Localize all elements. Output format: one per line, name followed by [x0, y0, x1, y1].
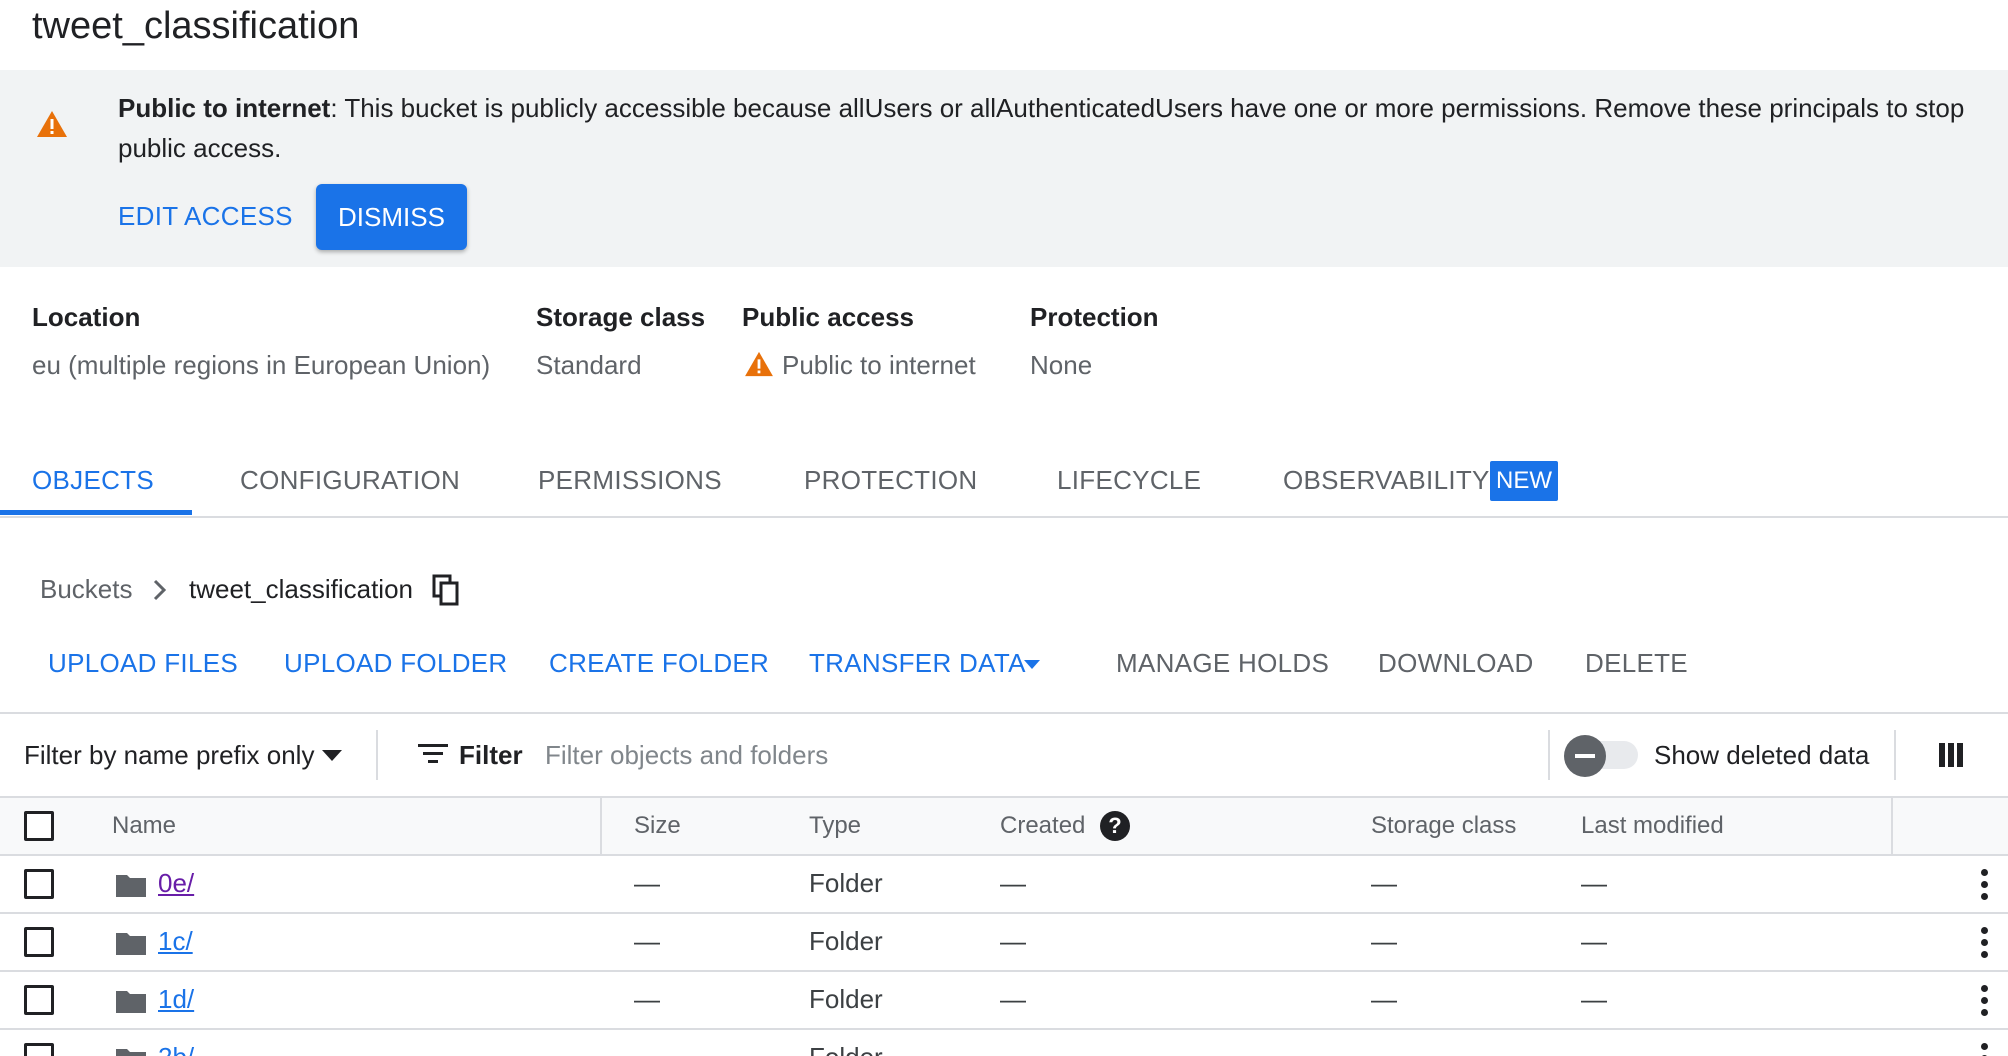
cell-created: —: [1000, 868, 1026, 898]
cell-created: —: [1000, 984, 1026, 1014]
filter-input[interactable]: [545, 732, 1525, 778]
filter-icon: [418, 744, 448, 763]
chevron-down-icon[interactable]: [322, 750, 342, 762]
divider: [1894, 730, 1896, 780]
cell-size: —: [634, 868, 660, 898]
more-options-icon[interactable]: [1978, 1043, 1990, 1056]
row-checkbox[interactable]: [24, 927, 54, 957]
column-header-storage-class[interactable]: Storage class: [1371, 812, 1516, 840]
cell-storage-class: —: [1371, 868, 1397, 898]
upload-files-button[interactable]: UPLOAD FILES: [48, 648, 238, 679]
folder-name-link[interactable]: 2b/: [158, 1042, 194, 1056]
tab-observability[interactable]: OBSERVABILITY: [1283, 452, 1490, 518]
copy-icon[interactable]: [432, 574, 460, 606]
tab-lifecycle[interactable]: LIFECYCLE: [1057, 452, 1201, 518]
public-access-value-wrap: Public to internet: [744, 350, 976, 381]
more-options-icon[interactable]: [1978, 927, 1990, 959]
cell-created: —: [1000, 926, 1026, 956]
cell-last-modified: —: [1581, 984, 1607, 1014]
filter-label: Filter: [459, 740, 523, 770]
banner-message: Public to internet: This bucket is publi…: [118, 88, 1978, 168]
cell-type: Folder: [809, 1042, 883, 1056]
new-badge: NEW: [1490, 461, 1558, 501]
bucket-details-page: tweet_classification Public to internet:…: [0, 0, 2008, 1056]
folder-name-link[interactable]: 1c/: [158, 926, 193, 957]
row-checkbox[interactable]: [24, 1043, 54, 1056]
more-options-icon[interactable]: [1978, 869, 1990, 901]
tab-permissions[interactable]: PERMISSIONS: [538, 452, 722, 518]
cell-type: Folder: [809, 868, 883, 898]
folder-icon: [116, 875, 146, 897]
public-access-banner: Public to internet: This bucket is publi…: [0, 70, 2008, 267]
banner-heading: Public to internet: [118, 93, 331, 123]
divider: [1548, 730, 1550, 780]
upload-folder-button[interactable]: UPLOAD FOLDER: [284, 648, 508, 679]
folder-icon: [116, 933, 146, 955]
column-header-name[interactable]: Name: [112, 812, 176, 840]
download-button[interactable]: DOWNLOAD: [1378, 648, 1534, 679]
public-access-label: Public access: [742, 302, 914, 332]
cell-size: —: [634, 926, 660, 956]
folder-name-link[interactable]: 0e/: [158, 868, 194, 899]
column-header-created[interactable]: Created: [1000, 812, 1085, 840]
delete-button[interactable]: DELETE: [1585, 648, 1688, 679]
edit-access-button[interactable]: EDIT ACCESS: [118, 196, 293, 236]
protection-label: Protection: [1030, 302, 1159, 332]
storage-class-label: Storage class: [536, 302, 706, 332]
page-title: tweet_classification: [32, 5, 360, 47]
cell-type: Folder: [809, 984, 883, 1014]
active-tab-indicator: [0, 510, 192, 515]
protection-value: None: [1030, 350, 1093, 380]
cell-size: —: [634, 984, 660, 1014]
tab-objects[interactable]: OBJECTS: [32, 452, 154, 518]
cell-size: —: [634, 1042, 660, 1056]
cell-storage-class: —: [1371, 1042, 1397, 1056]
column-header-last-modified[interactable]: Last modified: [1581, 812, 1724, 840]
folder-name-link[interactable]: 1d/: [158, 984, 194, 1015]
row-checkbox[interactable]: [24, 869, 54, 899]
tab-protection[interactable]: PROTECTION: [804, 452, 977, 518]
more-options-icon[interactable]: [1978, 985, 1990, 1017]
column-display-icon[interactable]: [1938, 742, 1964, 768]
folder-icon: [116, 1049, 146, 1056]
location-label: Location: [32, 302, 141, 332]
cell-type: Folder: [809, 926, 883, 956]
chevron-right-icon: [153, 579, 167, 601]
show-deleted-toggle-thumb[interactable]: [1564, 735, 1606, 777]
dismiss-button[interactable]: DISMISS: [316, 184, 467, 250]
breadcrumb-current: tweet_classification: [189, 574, 413, 604]
row-checkbox[interactable]: [24, 985, 54, 1015]
transfer-data-button[interactable]: TRANSFER DATA: [809, 648, 1026, 679]
tab-configuration[interactable]: CONFIGURATION: [240, 452, 460, 518]
cell-last-modified: —: [1581, 868, 1607, 898]
column-header-type[interactable]: Type: [809, 812, 861, 840]
warning-icon: [37, 111, 67, 137]
tab-bar: OBJECTS CONFIGURATION PERMISSIONS PROTEC…: [0, 452, 2008, 518]
chevron-down-icon[interactable]: [1024, 660, 1040, 670]
help-icon[interactable]: ?: [1100, 811, 1130, 841]
select-all-checkbox[interactable]: [24, 811, 54, 841]
cell-created: —: [1000, 1042, 1026, 1056]
cell-last-modified: —: [1581, 1042, 1607, 1056]
cell-storage-class: —: [1371, 984, 1397, 1014]
cell-last-modified: —: [1581, 926, 1607, 956]
folder-icon: [116, 991, 146, 1013]
show-deleted-label: Show deleted data: [1654, 740, 1870, 770]
warning-icon: [745, 351, 773, 377]
location-value: eu (multiple regions in European Union): [32, 350, 491, 380]
banner-body: : This bucket is publicly accessible bec…: [118, 93, 1965, 163]
create-folder-button[interactable]: CREATE FOLDER: [549, 648, 769, 679]
public-access-value: Public to internet: [782, 350, 976, 380]
storage-class-value: Standard: [536, 350, 642, 380]
manage-holds-button[interactable]: MANAGE HOLDS: [1116, 648, 1329, 679]
filter-prefix-select[interactable]: Filter by name prefix only: [24, 740, 314, 771]
cell-storage-class: —: [1371, 926, 1397, 956]
column-header-size[interactable]: Size: [634, 812, 681, 840]
breadcrumb-buckets-link[interactable]: Buckets: [40, 574, 133, 605]
divider: [376, 730, 378, 780]
